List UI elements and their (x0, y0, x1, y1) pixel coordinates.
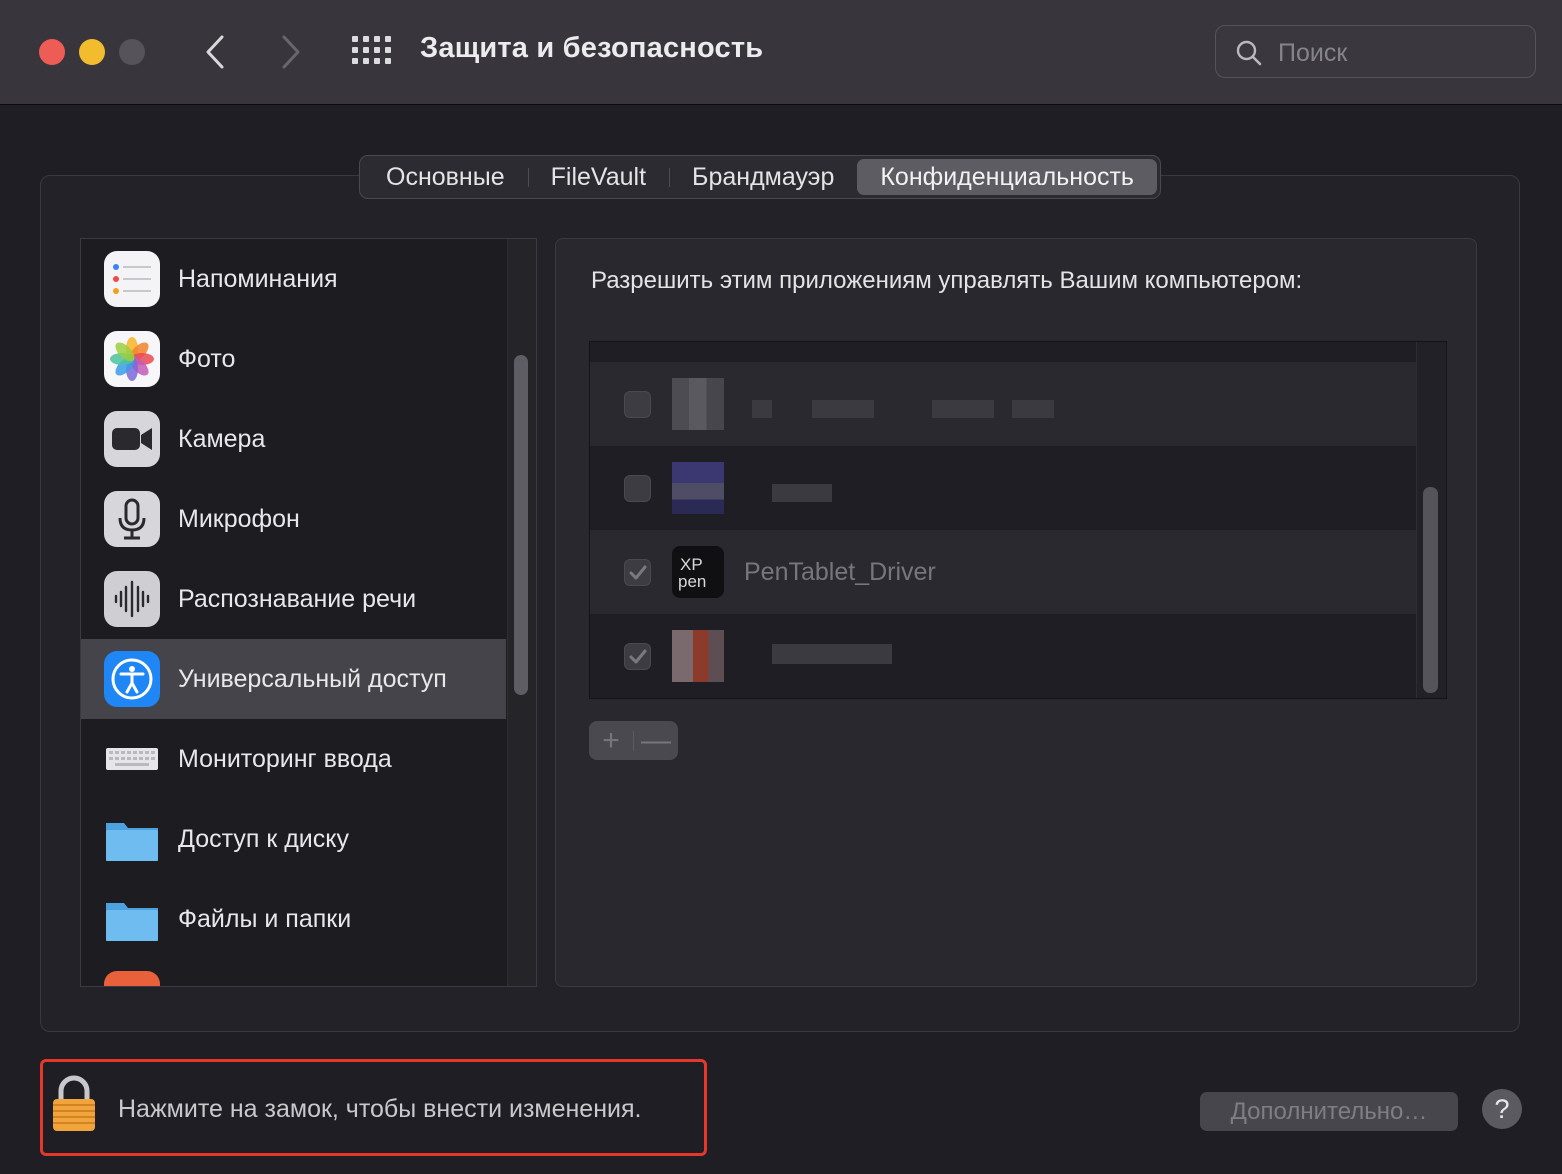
svg-text:pen: pen (678, 572, 706, 591)
table-row[interactable]: XP pen PenTablet_Driver (590, 530, 1416, 614)
tab-privacy[interactable]: Конфиденциальность (857, 159, 1157, 195)
search-icon (1236, 40, 1262, 66)
tab-firewall[interactable]: Брандмауэр (669, 159, 857, 195)
tab-general[interactable]: Основные (363, 159, 529, 195)
sidebar-item-reminders[interactable]: Напоминания (81, 239, 506, 319)
checkmark-icon (629, 649, 647, 664)
search-input[interactable] (1276, 36, 1520, 70)
app-checkbox[interactable] (624, 643, 651, 670)
chevron-left-icon (206, 35, 224, 69)
help-button[interactable]: ? (1482, 1089, 1522, 1129)
app-permissions-pane: Разрешить этим приложениям управлять Ваш… (555, 238, 1477, 987)
app-permissions-list[interactable]: XP pen PenTablet_Driver (589, 341, 1447, 699)
photos-icon (104, 331, 160, 387)
advanced-button[interactable]: Дополнительно… (1200, 1092, 1458, 1131)
sidebar-item-label: Фото (178, 344, 236, 373)
sidebar-item-camera[interactable]: Камера (81, 399, 506, 479)
sidebar-item-label: Напоминания (178, 264, 338, 293)
sidebar-item-input-monitoring[interactable]: Мониторинг ввода (81, 719, 506, 799)
app-icon-blurred (672, 630, 724, 682)
window-title: Защита и безопасность (420, 32, 764, 64)
table-row[interactable] (590, 362, 1416, 446)
app-checkbox[interactable] (624, 391, 651, 418)
list-scrollbar-thumb[interactable] (1423, 487, 1438, 693)
reminders-icon (104, 251, 160, 307)
sidebar-scrollbar-thumb[interactable] (514, 355, 528, 695)
sidebar-item-label: Мониторинг ввода (178, 744, 392, 773)
folder-icon (104, 811, 160, 867)
sidebar-item-partial[interactable] (81, 959, 506, 986)
forward-button[interactable] (270, 28, 310, 76)
camera-icon (104, 411, 160, 467)
accessibility-icon (104, 651, 160, 707)
sidebar-item-label: Файлы и папки (178, 904, 352, 933)
folder-icon (104, 891, 160, 947)
search-field[interactable] (1215, 25, 1536, 78)
app-checkbox[interactable] (624, 559, 651, 586)
sidebar-item-photos[interactable]: Фото (81, 319, 506, 399)
permission-heading: Разрешить этим приложениям управлять Ваш… (591, 267, 1303, 294)
lock-icon[interactable] (50, 1075, 98, 1133)
show-all-grid-icon[interactable] (352, 36, 392, 68)
app-icon-blurred (672, 378, 724, 430)
table-row[interactable] (590, 446, 1416, 530)
app-checkbox[interactable] (624, 475, 651, 502)
add-remove-control: + — (589, 721, 678, 760)
chevron-right-icon (282, 35, 300, 69)
app-icon-blurred (672, 462, 724, 514)
minimize-window-button[interactable] (79, 39, 105, 65)
sidebar-item-label: Камера (178, 424, 266, 453)
back-button[interactable] (196, 28, 236, 76)
checkmark-icon (629, 565, 647, 580)
privacy-category-list[interactable]: Напоминания Фото Камера Микрофон Распозн… (80, 238, 537, 987)
sidebar-item-full-disk-access[interactable]: Доступ к диску (81, 799, 506, 879)
table-row[interactable] (590, 614, 1416, 698)
sidebar-item-label: Распознавание речи (178, 584, 417, 613)
sidebar-item-label: Микрофон (178, 504, 300, 533)
close-window-button[interactable] (39, 39, 65, 65)
app-icon (104, 971, 160, 986)
remove-app-button[interactable]: — (634, 721, 678, 760)
add-app-button[interactable]: + (589, 721, 633, 760)
lock-instructions: Нажмите на замок, чтобы внести изменения… (118, 1095, 642, 1123)
app-name: PenTablet_Driver (744, 558, 936, 586)
sidebar-item-label: Универсальный доступ (178, 664, 447, 693)
speech-recognition-icon (104, 571, 160, 627)
sidebar-item-speech-recognition[interactable]: Распознавание речи (81, 559, 506, 639)
table-row[interactable] (590, 342, 1416, 362)
sidebar-item-label: Доступ к диску (178, 824, 349, 853)
tab-bar: Основные FileVault Брандмауэр Конфиденци… (359, 155, 1161, 199)
tab-filevault[interactable]: FileVault (528, 159, 671, 195)
keyboard-icon (104, 731, 160, 787)
sidebar-item-microphone[interactable]: Микрофон (81, 479, 506, 559)
title-bar: Защита и безопасность (0, 0, 1562, 105)
sidebar-item-accessibility[interactable]: Универсальный доступ (81, 639, 506, 719)
xp-pen-icon: XP pen (672, 546, 724, 598)
sidebar-item-files-and-folders[interactable]: Файлы и папки (81, 879, 506, 959)
zoom-window-button[interactable] (119, 39, 145, 65)
microphone-icon (104, 491, 160, 547)
